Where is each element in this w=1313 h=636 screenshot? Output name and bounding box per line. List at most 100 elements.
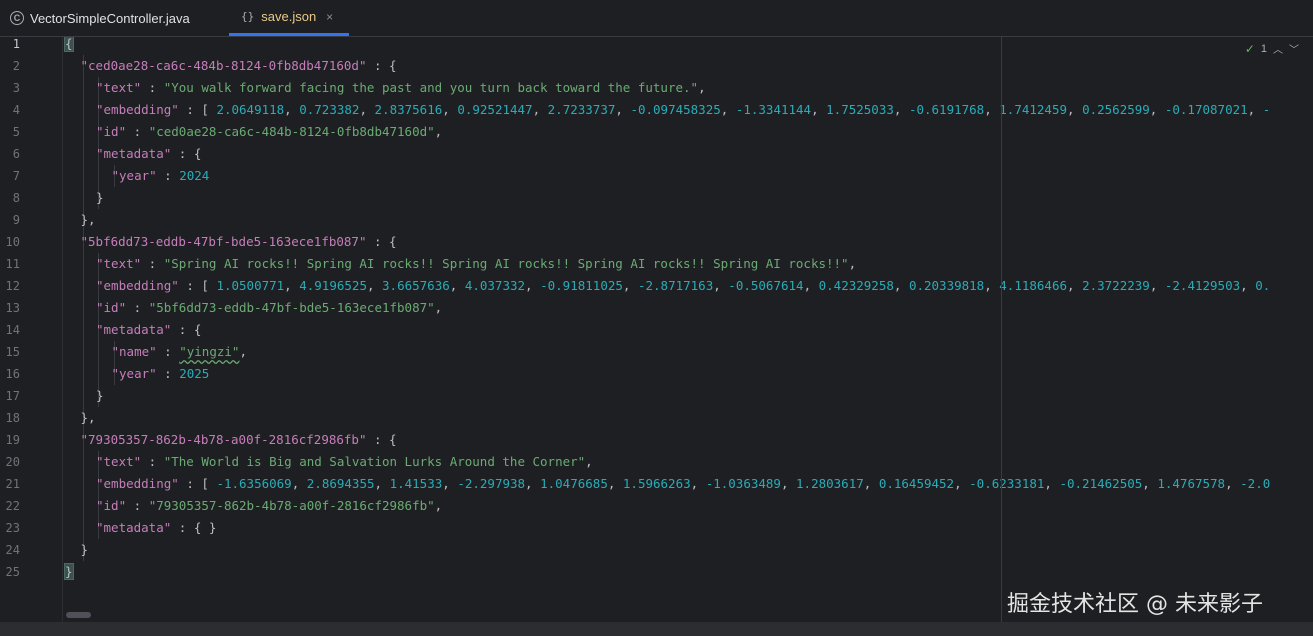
code-token: }, [80, 410, 96, 425]
code-line[interactable]: } [64, 561, 74, 583]
code-token: : { [171, 322, 202, 337]
code-token: , [848, 256, 857, 271]
code-token: "year" [111, 366, 157, 381]
code-line[interactable]: "text" : "Spring AI rocks!! Spring AI ro… [96, 253, 856, 275]
code-token: , [1149, 102, 1165, 117]
code-token: "ced0ae28-ca6c-484b-8124-0fb8db47160d" [80, 58, 367, 73]
code-token: , [607, 476, 623, 491]
code-token: } [80, 542, 89, 557]
code-token: "embedding" [96, 476, 179, 491]
code-token: 2.3722239 [1082, 278, 1150, 293]
tab-save-json[interactable]: {} save.json × [229, 0, 349, 36]
code-token: -1.0363489 [705, 476, 781, 491]
code-token: , [984, 102, 1000, 117]
code-line[interactable]: "id" : "5bf6dd73-eddb-47bf-bde5-163ece1f… [96, 297, 442, 319]
code-token: : [156, 366, 180, 381]
code-token: 0.20339818 [908, 278, 985, 293]
code-token: "5bf6dd73-eddb-47bf-bde5-163ece1fb087" [80, 234, 367, 249]
code-token: 0.723382 [299, 102, 360, 117]
code-token: -1.3341144 [735, 102, 812, 117]
code-line[interactable]: }, [81, 209, 96, 231]
code-line[interactable]: { [64, 37, 74, 55]
close-tab-icon[interactable]: × [326, 10, 333, 24]
code-token: "ced0ae28-ca6c-484b-8124-0fb8db47160d" [148, 124, 435, 139]
code-line[interactable]: "embedding" : [ 1.0500771, 4.9196525, 3.… [96, 275, 1270, 297]
tab-vectorsimplecontroller[interactable]: C VectorSimpleController.java [10, 0, 190, 36]
code-token: "79305357-862b-4b78-a00f-2816cf2986fb" [148, 498, 435, 513]
code-token: , [585, 454, 593, 469]
code-line[interactable]: "year" : 2024 [112, 165, 210, 187]
code-area[interactable]: { "ced0ae28-ca6c-484b-8124-0fb8db47160d" … [0, 37, 1313, 622]
code-line[interactable]: "id" : "ced0ae28-ca6c-484b-8124-0fb8db47… [96, 121, 442, 143]
chevron-down-icon[interactable]: ﹀ [1289, 41, 1299, 56]
code-token: 2.8375616 [374, 102, 443, 117]
code-token: , [954, 476, 970, 491]
code-line[interactable]: "text" : "You walk forward facing the pa… [96, 77, 706, 99]
code-line[interactable]: "year" : 2025 [112, 363, 210, 385]
code-token: , [622, 278, 638, 293]
code-token: : [ [178, 278, 217, 293]
code-line[interactable]: "metadata" : { } [96, 517, 216, 539]
code-line[interactable]: "embedding" : [ -1.6356069, 2.8694355, 1… [96, 473, 1270, 495]
code-token: "text" [96, 256, 142, 271]
code-token: , [449, 278, 465, 293]
code-token: : [126, 498, 149, 513]
code-editor[interactable]: 1 2 3 4 5 6 7 8 9 10 11 12 13 14 15 16 17 18 19 20 21 22 23 24 2… [0, 37, 1313, 622]
code-token: , [698, 80, 706, 95]
code-line[interactable]: "text" : "The World is Big and Salvation… [96, 451, 593, 473]
code-token: 4.9196525 [299, 278, 367, 293]
right-margin-guide [1001, 37, 1002, 622]
code-token: : [141, 454, 164, 469]
code-token: -0.6233181 [969, 476, 1045, 491]
chevron-up-icon[interactable]: ︿ [1273, 41, 1283, 56]
code-token: , [1142, 476, 1158, 491]
code-line[interactable]: "metadata" : { [96, 319, 201, 341]
code-token: "embedding" [96, 102, 179, 117]
code-token: "id" [96, 124, 127, 139]
code-token: "The World is Big and Salvation Lurks Ar… [163, 454, 586, 469]
code-token: "name" [111, 344, 157, 359]
code-token: , [434, 124, 443, 139]
code-token: , [780, 476, 797, 491]
code-line[interactable]: "metadata" : { [96, 143, 201, 165]
code-token: "metadata" [96, 322, 172, 337]
code-token: -2.4129503 [1164, 278, 1241, 293]
code-token: "id" [96, 498, 127, 513]
code-line[interactable]: "5bf6dd73-eddb-47bf-bde5-163ece1fb087" :… [81, 231, 397, 253]
code-token: "79305357-862b-4b78-a00f-2816cf2986fb" [80, 432, 367, 447]
code-token: , [615, 102, 631, 117]
code-token: 1.0476685 [540, 476, 608, 491]
code-line[interactable]: "ced0ae28-ca6c-484b-8124-0fb8db47160d" :… [81, 55, 397, 77]
code-token: 4.037332 [464, 278, 526, 293]
java-class-icon: C [10, 11, 24, 25]
code-token: - [1262, 102, 1271, 117]
code-token: : [141, 256, 164, 271]
horizontal-scrollbar[interactable] [66, 612, 91, 618]
code-token: } [64, 563, 74, 580]
code-line[interactable]: } [96, 187, 104, 209]
code-token: } [96, 388, 104, 403]
code-line[interactable]: } [96, 385, 104, 407]
code-token: , [434, 300, 443, 315]
code-token: , [1240, 278, 1256, 293]
code-token: -0.21462505 [1059, 476, 1143, 491]
code-token: , [291, 476, 307, 491]
code-token: : { [366, 58, 397, 73]
code-token: , [1067, 278, 1083, 293]
code-token: 0.92521447 [457, 102, 533, 117]
tab-label: save.json [261, 9, 317, 24]
code-token: , [525, 278, 541, 293]
code-line[interactable]: "name" : "yingzi", [112, 341, 247, 363]
code-line[interactable]: } [81, 539, 89, 561]
code-token: 4.1186466 [999, 278, 1068, 293]
code-token: 1.2803617 [796, 476, 864, 491]
code-token: "text" [96, 454, 142, 469]
code-line[interactable]: "id" : "79305357-862b-4b78-a00f-2816cf29… [96, 495, 442, 517]
code-token: , [690, 476, 706, 491]
code-token: "You walk forward facing the past and yo… [163, 80, 699, 95]
inspections-widget[interactable]: ✓ 1 ︿ ﹀ [1245, 41, 1299, 57]
code-line[interactable]: }, [81, 407, 96, 429]
code-token: 1.0500771 [216, 278, 285, 293]
code-line[interactable]: "embedding" : [ 2.0649118, 0.723382, 2.8… [96, 99, 1270, 121]
code-line[interactable]: "79305357-862b-4b78-a00f-2816cf2986fb" :… [81, 429, 397, 451]
